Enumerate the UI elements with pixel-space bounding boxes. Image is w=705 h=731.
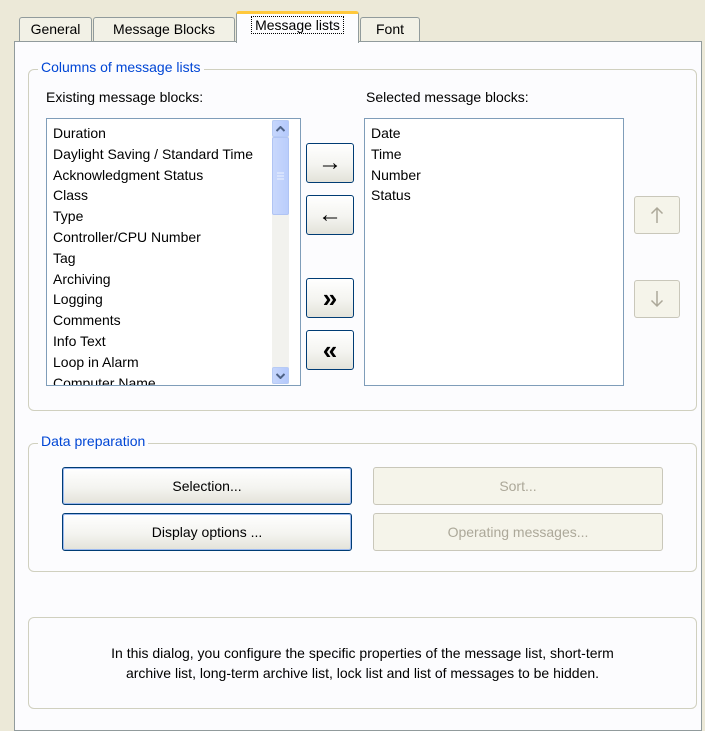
list-item[interactable]: Loop in Alarm	[47, 352, 267, 373]
right-arrow-icon: →	[318, 149, 342, 176]
list-item[interactable]: Number	[365, 165, 623, 186]
list-item[interactable]: Tag	[47, 248, 267, 269]
up-arrow-icon	[650, 206, 664, 223]
list-item[interactable]: Time	[365, 144, 623, 165]
list-item[interactable]: Comments	[47, 310, 267, 331]
tab-message-lists-label: Message lists	[251, 16, 344, 34]
add-button[interactable]: →	[306, 143, 354, 183]
list-item[interactable]: Daylight Saving / Standard Time	[47, 144, 267, 165]
tab-message-lists[interactable]: Message lists	[236, 11, 359, 43]
scroll-up-button[interactable]	[272, 120, 289, 137]
list-item[interactable]: Controller/CPU Number	[47, 227, 267, 248]
list-item[interactable]: Info Text	[47, 331, 267, 352]
move-up-button[interactable]	[634, 196, 680, 234]
remove-button[interactable]: ←	[306, 195, 354, 235]
tab-general[interactable]: General	[19, 17, 92, 41]
list-item[interactable]: Logging	[47, 289, 267, 310]
existing-blocks-label: Existing message blocks:	[46, 89, 204, 105]
selection-button[interactable]: Selection...	[62, 467, 352, 505]
existing-blocks-list[interactable]: Duration Daylight Saving / Standard Time A…	[46, 118, 301, 386]
add-all-button[interactable]: »	[306, 278, 354, 318]
list-item[interactable]: Type	[47, 206, 267, 227]
tab-font-label: Font	[375, 21, 404, 37]
display-options-button[interactable]: Display options ...	[62, 513, 352, 551]
double-right-icon: »	[322, 282, 338, 313]
tab-general-label: General	[30, 21, 81, 37]
list-item[interactable]: Computer Name	[47, 373, 267, 385]
info-text: In this dialog, you configure the specif…	[28, 643, 697, 683]
list-item[interactable]: Archiving	[47, 269, 267, 290]
list-item[interactable]: Acknowledgment Status	[47, 165, 267, 186]
double-left-icon: «	[322, 334, 338, 365]
left-arrow-icon: ←	[318, 201, 342, 228]
tab-message-blocks-label: Message Blocks	[113, 21, 215, 37]
selection-button-label: Selection...	[172, 478, 242, 494]
operating-messages-button[interactable]: Operating messages...	[373, 513, 663, 551]
sort-button[interactable]: Sort...	[373, 467, 663, 505]
chevron-down-icon	[276, 372, 285, 379]
tab-font[interactable]: Font	[360, 17, 420, 41]
operating-messages-button-label: Operating messages...	[447, 524, 589, 540]
display-options-button-label: Display options ...	[151, 524, 263, 540]
data-preparation-group	[28, 443, 697, 572]
sort-button-label: Sort...	[499, 478, 537, 494]
list-item[interactable]: Status	[365, 185, 623, 206]
data-preparation-title: Data preparation	[38, 433, 149, 449]
remove-all-button[interactable]: «	[306, 330, 354, 370]
existing-list-scrollbar[interactable]	[272, 120, 289, 384]
selected-blocks-list[interactable]: Date Time Number Status	[364, 118, 624, 386]
info-line-2: archive list, long-term archive list, lo…	[125, 665, 600, 681]
move-down-button[interactable]	[634, 280, 680, 318]
list-item[interactable]: Duration	[47, 123, 267, 144]
selected-blocks-label: Selected message blocks:	[366, 89, 529, 105]
scroll-thumb[interactable]	[272, 137, 289, 215]
list-item[interactable]: Date	[365, 123, 623, 144]
grip-icon	[277, 172, 284, 180]
scroll-down-button[interactable]	[272, 367, 289, 384]
tab-message-blocks[interactable]: Message Blocks	[93, 17, 235, 41]
info-line-1: In this dialog, you configure the specif…	[111, 645, 614, 661]
columns-group-title: Columns of message lists	[38, 59, 204, 75]
down-arrow-icon	[650, 291, 664, 308]
list-item[interactable]: Class	[47, 185, 267, 206]
chevron-up-icon	[276, 125, 285, 132]
